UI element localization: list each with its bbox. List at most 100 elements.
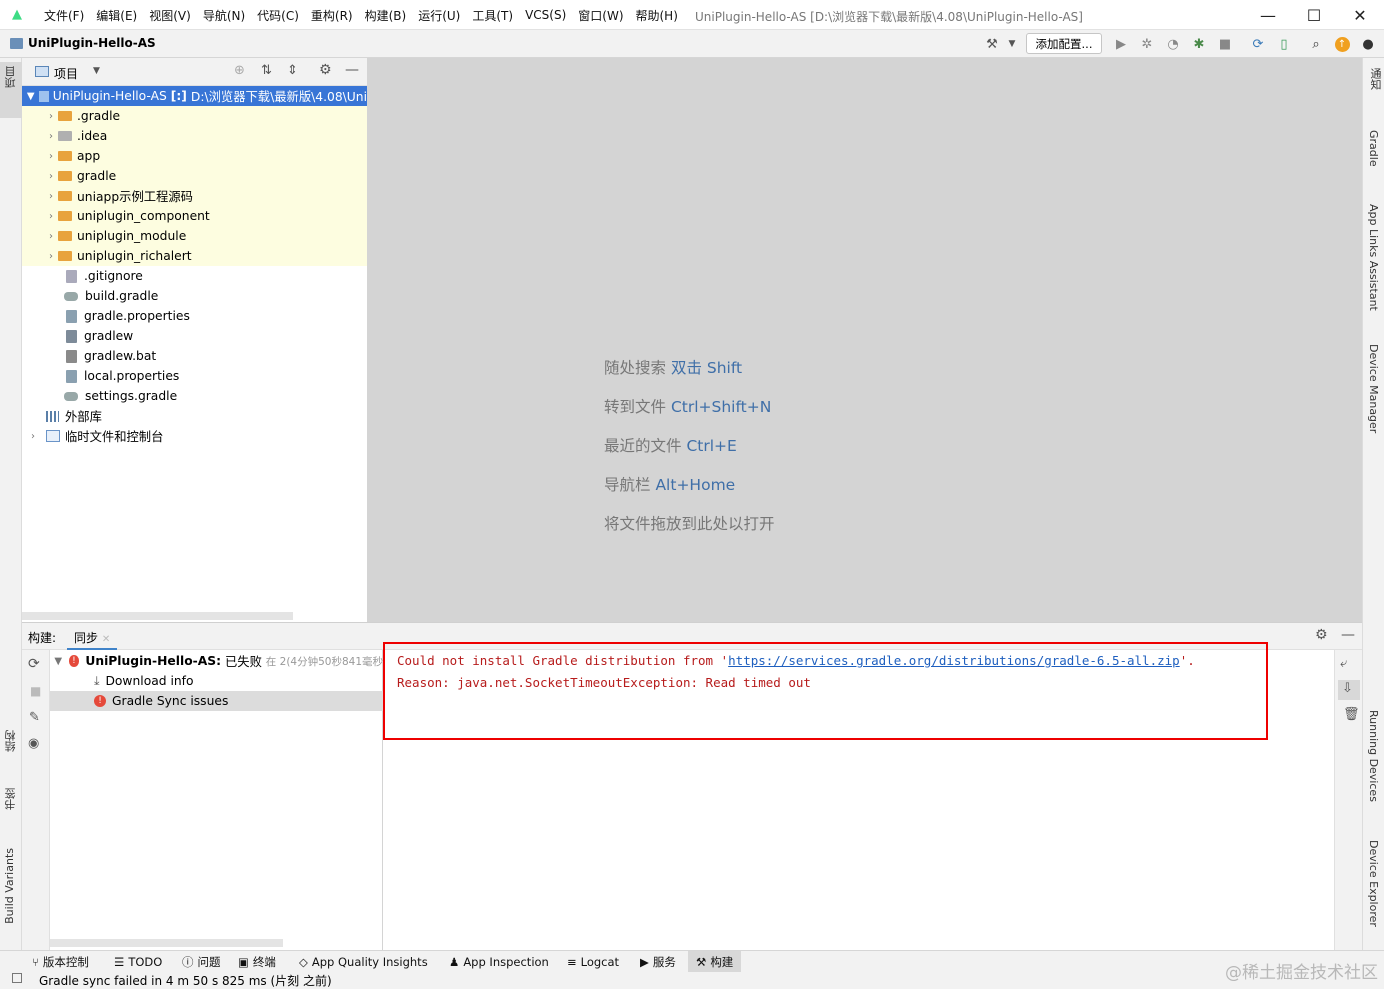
tool-tab-app-links[interactable]: App Links Assistant: [1367, 204, 1380, 311]
folder-name: uniplugin_component: [77, 209, 210, 223]
tool-tab-bookmarks[interactable]: 书签: [3, 788, 19, 810]
breadcrumb[interactable]: UniPlugin-Hello-AS: [10, 36, 156, 50]
tree-file[interactable]: build.gradle: [22, 286, 367, 306]
script-file-icon: [66, 329, 77, 343]
attach-debugger-icon[interactable]: ✱: [1189, 34, 1209, 54]
tree-file[interactable]: gradlew: [22, 326, 367, 346]
locate-icon[interactable]: ⊕: [234, 63, 245, 78]
collapse-all-icon[interactable]: ⇕: [287, 63, 298, 78]
scroll-to-end-icon[interactable]: ⇩: [1342, 681, 1353, 696]
tree-file[interactable]: gradlew.bat: [22, 346, 367, 366]
tree-file[interactable]: settings.gradle: [22, 386, 367, 406]
diamond-icon: ◇: [299, 955, 308, 969]
android-studio-logo-icon: ▲: [12, 7, 22, 22]
tree-folder[interactable]: › uniplugin_richalert: [22, 246, 367, 266]
tab-app-inspection[interactable]: ♟ App Inspection: [449, 951, 549, 973]
tab-services[interactable]: ▶ 服务: [640, 951, 676, 973]
stop-icon[interactable]: ■: [1215, 34, 1235, 54]
hide-icon[interactable]: —: [345, 62, 359, 78]
build-time: 在 2(4分钟50秒841毫秒: [265, 655, 383, 668]
bottom-tool-bar: ⑂ 版本控制 ☰ TODO ⓘ 问题 ▣ 终端 ◇ App Quality Insight…: [0, 950, 1384, 973]
root-name: UniPlugin-Hello-AS: [52, 89, 167, 103]
tab-version-control[interactable]: ⑂ 版本控制: [32, 951, 89, 973]
tree-folder[interactable]: › gradle: [22, 166, 367, 186]
tab-logcat[interactable]: ≡ Logcat: [567, 951, 619, 973]
tree-folder[interactable]: › .gradle: [22, 106, 367, 126]
minimize-icon[interactable]: —: [1245, 0, 1291, 30]
tool-tab-project[interactable]: 项目: [3, 66, 19, 88]
tab-problems[interactable]: ⓘ 问题: [182, 951, 221, 973]
account-icon[interactable]: ●: [1358, 34, 1378, 54]
menu-navigate[interactable]: 导航(N): [197, 7, 251, 24]
search-icon[interactable]: ⌕: [1306, 34, 1326, 54]
chevron-down-icon[interactable]: ▼: [93, 66, 100, 76]
project-view-label[interactable]: 项目: [54, 65, 78, 82]
run-icon[interactable]: ▶: [1111, 34, 1131, 54]
menu-tools[interactable]: 工具(T): [466, 7, 519, 24]
stop-icon[interactable]: ■: [30, 684, 41, 698]
tab-todo[interactable]: ☰ TODO: [114, 951, 162, 973]
gear-icon[interactable]: ⚙: [1315, 627, 1328, 643]
tree-folder[interactable]: › uniplugin_module: [22, 226, 367, 246]
build-download-row[interactable]: ⤓ Download info: [50, 671, 383, 691]
menu-vcs[interactable]: VCS(S): [519, 8, 572, 22]
refresh-icon[interactable]: ⟳: [28, 656, 40, 672]
tree-file[interactable]: .gitignore: [22, 266, 367, 286]
menu-view[interactable]: 视图(V): [143, 7, 197, 24]
tree-folder[interactable]: › .idea: [22, 126, 367, 146]
tab-build[interactable]: ⚒ 构建: [688, 951, 742, 973]
tool-tab-build-variants[interactable]: Build Variants: [3, 848, 16, 924]
tool-tab-device-manager[interactable]: Device Manager: [1367, 344, 1380, 433]
tree-scratches[interactable]: › 临时文件和控制台: [22, 426, 367, 446]
tool-tab-running-devices[interactable]: Running Devices: [1367, 710, 1380, 802]
hammer-icon[interactable]: ⚒: [982, 34, 1002, 54]
close-icon[interactable]: ✕: [1337, 0, 1383, 30]
menu-build[interactable]: 构建(B): [359, 7, 413, 24]
horizontal-scrollbar[interactable]: [22, 612, 293, 620]
menu-edit[interactable]: 编辑(E): [90, 7, 143, 24]
tree-root[interactable]: ▼ UniPlugin-Hello-AS [:] D:\浏览器下载\最新版\4.…: [22, 86, 367, 106]
menu-run[interactable]: 运行(U): [412, 7, 466, 24]
tool-tab-structure[interactable]: 结构: [3, 730, 19, 752]
maximize-icon[interactable]: ☐: [1291, 0, 1337, 30]
soft-wrap-icon[interactable]: ⤶: [1340, 656, 1347, 671]
chevron-down-icon: ▼: [26, 90, 35, 102]
pin-icon[interactable]: ✎: [29, 710, 40, 725]
profile-icon[interactable]: ◔: [1163, 34, 1183, 54]
tool-tab-device-explorer[interactable]: Device Explorer: [1367, 840, 1380, 927]
tree-file[interactable]: gradle.properties: [22, 306, 367, 326]
tree-file[interactable]: local.properties: [22, 366, 367, 386]
folder-name: uniapp示例工程源码: [77, 190, 193, 204]
device-manager-icon[interactable]: ▯: [1274, 34, 1294, 54]
tool-tab-notifications[interactable]: 通知: [1367, 68, 1383, 90]
tree-folder[interactable]: › app: [22, 146, 367, 166]
tab-app-quality-insights[interactable]: ◇ App Quality Insights: [299, 951, 428, 973]
tool-tab-gradle[interactable]: Gradle: [1367, 130, 1380, 167]
tree-external-libs[interactable]: 外部库: [22, 406, 367, 426]
tab-terminal[interactable]: ▣ 终端: [238, 951, 276, 973]
menu-file[interactable]: 文件(F): [38, 7, 90, 24]
expand-all-icon[interactable]: ⇅: [261, 63, 272, 78]
menu-window[interactable]: 窗口(W): [572, 7, 629, 24]
horizontal-scrollbar[interactable]: [50, 939, 283, 947]
menu-code[interactable]: 代码(C): [251, 7, 305, 24]
menu-help[interactable]: 帮助(H): [630, 7, 684, 24]
status-toggle-icon[interactable]: [12, 973, 22, 983]
tab-sync[interactable]: 同步 ✕: [67, 623, 118, 650]
close-icon[interactable]: ✕: [102, 634, 110, 645]
eye-icon[interactable]: ◉: [28, 736, 39, 751]
gear-icon[interactable]: ⚙: [319, 62, 332, 78]
build-issues-row[interactable]: ! Gradle Sync issues: [50, 691, 383, 711]
hide-icon[interactable]: —: [1341, 627, 1355, 643]
console-side-toolbar: ⤶ ⇩ 🗑: [1334, 650, 1362, 951]
build-root-row[interactable]: ▼ ! UniPlugin-Hello-AS: 已失败 在 2(4分钟50秒84…: [50, 651, 383, 671]
tree-folder[interactable]: › uniplugin_component: [22, 206, 367, 226]
tree-folder[interactable]: › uniapp示例工程源码: [22, 186, 367, 206]
menu-refactor[interactable]: 重构(R): [305, 7, 359, 24]
debug-icon[interactable]: ✲: [1137, 34, 1157, 54]
update-icon[interactable]: ↑: [1332, 34, 1352, 54]
trash-icon[interactable]: 🗑: [1343, 707, 1360, 722]
sync-gradle-icon[interactable]: ⟳: [1248, 34, 1268, 54]
chevron-down-icon[interactable]: ▼: [1002, 34, 1022, 54]
add-configuration-button[interactable]: 添加配置...: [1026, 33, 1102, 54]
